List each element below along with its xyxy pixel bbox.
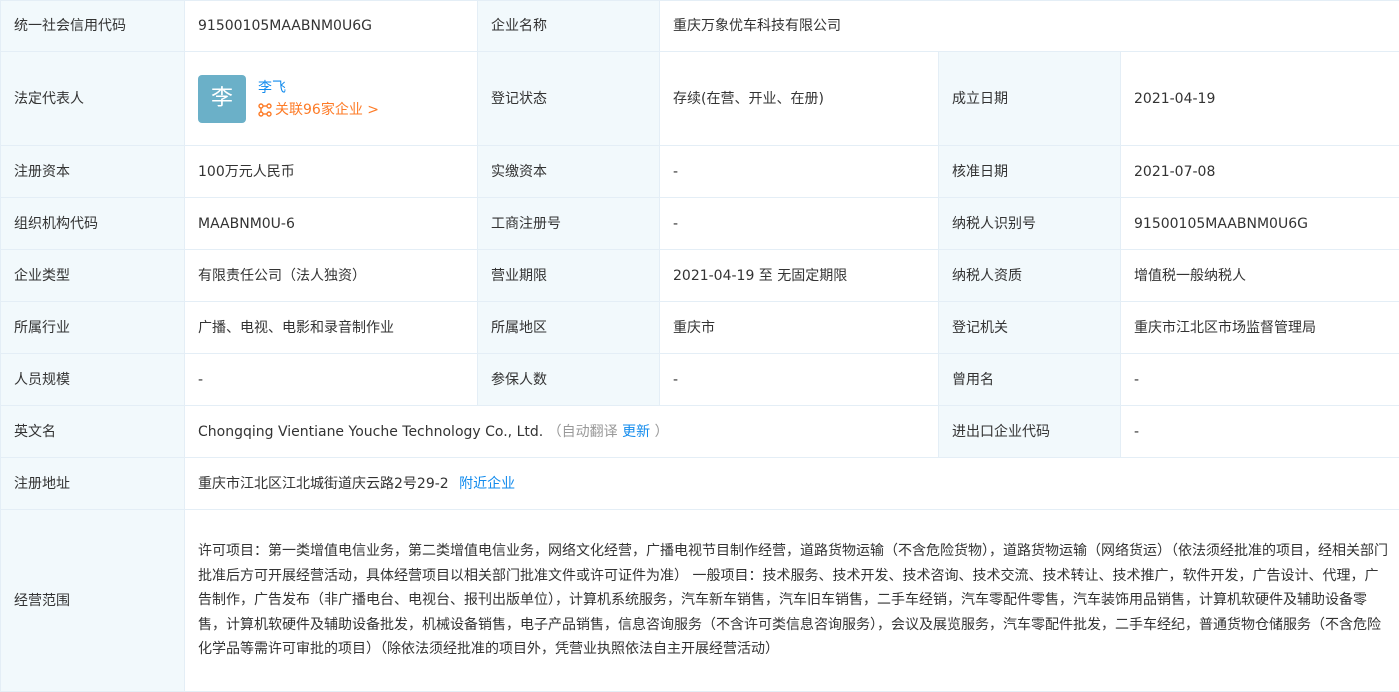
biz-scope-label: 经营范围 bbox=[0, 509, 185, 692]
import-export-code-label: 进出口企业代码 bbox=[938, 405, 1121, 458]
approval-date-label: 核准日期 bbox=[938, 145, 1121, 198]
company-info-table: 统一社会信用代码 91500105MAABNM0U6G 企业名称 重庆万象优车科… bbox=[0, 0, 1399, 692]
region-label: 所属地区 bbox=[477, 301, 660, 354]
insured-count-label: 参保人数 bbox=[477, 353, 660, 406]
insured-count-value: - bbox=[659, 353, 939, 406]
network-icon bbox=[258, 102, 272, 117]
paid-capital-value: - bbox=[659, 145, 939, 198]
org-code-label: 组织机构代码 bbox=[0, 197, 185, 250]
nearby-companies-link[interactable]: 附近企业 bbox=[459, 476, 515, 492]
est-date-label: 成立日期 bbox=[938, 51, 1121, 146]
legal-rep-value: 李 李飞 关联96家企业 > bbox=[184, 51, 478, 146]
reg-address-label: 注册地址 bbox=[0, 457, 185, 510]
row-english-name: 英文名 Chongqing Vientiane Youche Technolog… bbox=[0, 405, 1399, 458]
avatar[interactable]: 李 bbox=[198, 74, 246, 123]
row-reg-address: 注册地址 重庆市江北区江北城街道庆云路2号29-2 附近企业 bbox=[0, 457, 1399, 510]
legal-rep-label: 法定代表人 bbox=[0, 51, 185, 146]
company-type-label: 企业类型 bbox=[0, 249, 185, 302]
english-name-label: 英文名 bbox=[0, 405, 185, 458]
credit-code-value: 91500105MAABNM0U6G bbox=[184, 0, 478, 52]
biz-reg-no-value: - bbox=[659, 197, 939, 250]
reg-authority-value: 重庆市江北区市场监督管理局 bbox=[1120, 301, 1399, 354]
industry-value: 广播、电视、电影和录音制作业 bbox=[184, 301, 478, 354]
english-name-value: Chongqing Vientiane Youche Technology Co… bbox=[184, 405, 939, 458]
taxpayer-id-value: 91500105MAABNM0U6G bbox=[1120, 197, 1399, 250]
staff-size-value: - bbox=[184, 353, 478, 406]
industry-label: 所属行业 bbox=[0, 301, 185, 354]
staff-size-label: 人员规模 bbox=[0, 353, 185, 406]
update-translation-link[interactable]: 更新 bbox=[622, 424, 650, 440]
former-name-label: 曾用名 bbox=[938, 353, 1121, 406]
reg-address-text: 重庆市江北区江北城街道庆云路2号29-2 bbox=[198, 475, 449, 492]
company-name-label: 企业名称 bbox=[477, 0, 660, 52]
org-code-value: MAABNM0U-6 bbox=[184, 197, 478, 250]
row-company-type: 企业类型 有限责任公司（法人独资） 营业期限 2021-04-19 至 无固定期… bbox=[0, 249, 1399, 302]
auto-translate-note-end: ） bbox=[650, 423, 669, 440]
legal-rep-block: 李 李飞 关联96家企业 > bbox=[198, 74, 464, 123]
row-industry: 所属行业 广播、电视、电影和录音制作业 所属地区 重庆市 登记机关 重庆市江北区… bbox=[0, 301, 1399, 354]
row-credit-code: 统一社会信用代码 91500105MAABNM0U6G 企业名称 重庆万象优车科… bbox=[0, 0, 1399, 52]
approval-date-value: 2021-07-08 bbox=[1120, 145, 1399, 198]
company-type-value: 有限责任公司（法人独资） bbox=[184, 249, 478, 302]
biz-term-value: 2021-04-19 至 无固定期限 bbox=[659, 249, 939, 302]
auto-translate-note: （自动翻译 bbox=[547, 423, 623, 440]
import-export-code-value: - bbox=[1120, 405, 1399, 458]
biz-term-label: 营业期限 bbox=[477, 249, 660, 302]
related-companies-label: 关联96家企业 > bbox=[275, 101, 379, 118]
reg-capital-label: 注册资本 bbox=[0, 145, 185, 198]
biz-scope-value: 许可项目：第一类增值电信业务，第二类增值电信业务，网络文化经营，广播电视节目制作… bbox=[184, 509, 1399, 692]
reg-status-value: 存续(在营、开业、在册) bbox=[659, 51, 939, 146]
taxpayer-qual-label: 纳税人资质 bbox=[938, 249, 1121, 302]
credit-code-label: 统一社会信用代码 bbox=[0, 0, 185, 52]
row-capital: 注册资本 100万元人民币 实缴资本 - 核准日期 2021-07-08 bbox=[0, 145, 1399, 198]
related-companies-link[interactable]: 关联96家企业 > bbox=[258, 99, 379, 121]
legal-rep-name-link[interactable]: 李飞 bbox=[258, 77, 379, 99]
english-name-text: Chongqing Vientiane Youche Technology Co… bbox=[198, 423, 544, 440]
paid-capital-label: 实缴资本 bbox=[477, 145, 660, 198]
region-value: 重庆市 bbox=[659, 301, 939, 354]
row-biz-scope: 经营范围 许可项目：第一类增值电信业务，第二类增值电信业务，网络文化经营，广播电… bbox=[0, 509, 1399, 692]
reg-status-label: 登记状态 bbox=[477, 51, 660, 146]
reg-address-value: 重庆市江北区江北城街道庆云路2号29-2 附近企业 bbox=[184, 457, 1399, 510]
biz-reg-no-label: 工商注册号 bbox=[477, 197, 660, 250]
reg-capital-value: 100万元人民币 bbox=[184, 145, 478, 198]
reg-authority-label: 登记机关 bbox=[938, 301, 1121, 354]
taxpayer-qual-value: 增值税一般纳税人 bbox=[1120, 249, 1399, 302]
row-legal-rep: 法定代表人 李 李飞 关联96家企业 > 登记状态 存续(在营、开业、在册) 成… bbox=[0, 51, 1399, 146]
taxpayer-id-label: 纳税人识别号 bbox=[938, 197, 1121, 250]
est-date-value: 2021-04-19 bbox=[1120, 51, 1399, 146]
row-staff: 人员规模 - 参保人数 - 曾用名 - bbox=[0, 353, 1399, 406]
row-org-code: 组织机构代码 MAABNM0U-6 工商注册号 - 纳税人识别号 9150010… bbox=[0, 197, 1399, 250]
former-name-value: - bbox=[1120, 353, 1399, 406]
company-name-value: 重庆万象优车科技有限公司 bbox=[659, 0, 1399, 52]
